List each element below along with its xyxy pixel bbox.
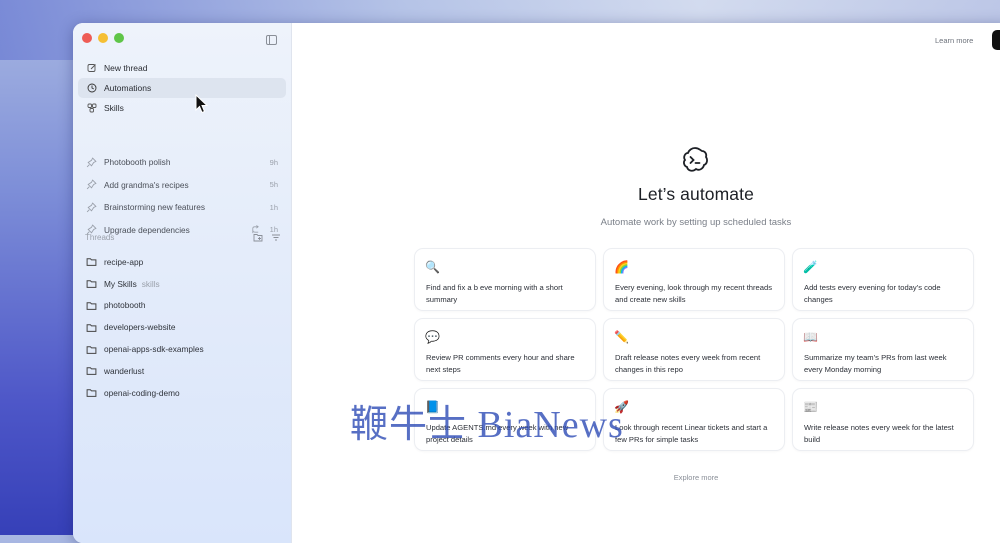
- automation-card-text: Every evening, look through my recent th…: [615, 283, 773, 304]
- thread-folder[interactable]: openai-coding-demo: [78, 382, 286, 404]
- clock-icon: [86, 83, 97, 94]
- open-book-icon: 📖: [803, 330, 818, 344]
- zoom-window-button[interactable]: [114, 33, 124, 43]
- pinned-thread[interactable]: Photobooth polish 9h: [78, 151, 286, 174]
- mouse-pointer-icon: [195, 93, 209, 119]
- automation-card-text: Write release notes every week for the l…: [804, 423, 954, 444]
- folder-icon: [86, 300, 97, 311]
- nav-label: Skills: [104, 103, 124, 113]
- threads-list: recipe-app My Skills skills photobooth d…: [78, 251, 286, 404]
- thread-folder-label: openai-coding-demo: [104, 387, 180, 398]
- pinned-thread-label: Brainstorming new features: [104, 202, 205, 213]
- magnifier-icon: 🔍: [425, 260, 440, 274]
- thread-folder[interactable]: My Skills skills: [78, 273, 286, 295]
- primary-nav: New thread Automations Skills: [78, 58, 286, 118]
- thread-folder-label: My Skills: [104, 278, 137, 289]
- explore-more-link[interactable]: Explore more: [292, 473, 1000, 482]
- rainbow-icon: 🌈: [614, 260, 629, 274]
- page-title: Let’s automate: [638, 184, 754, 204]
- folder-icon: [86, 322, 97, 333]
- learn-more-link[interactable]: Learn more: [935, 36, 973, 45]
- pin-icon: [86, 179, 97, 190]
- automation-card[interactable]: 🔍 Find and fix a b eve morning with a sh…: [414, 248, 596, 311]
- thread-folder-label: photobooth: [104, 300, 146, 311]
- page-subtitle: Automate work by setting up scheduled ta…: [600, 217, 792, 228]
- app-window: New thread Automations Skills Photobooth…: [73, 23, 1000, 543]
- pencil-icon: ✏️: [614, 330, 629, 344]
- test-tube-icon: 🧪: [803, 260, 818, 274]
- nav-label: New thread: [104, 63, 148, 73]
- folder-icon: [86, 344, 97, 355]
- thread-folder-label: developers-website: [104, 322, 176, 333]
- window-controls: [82, 33, 124, 43]
- rocket-icon: 🚀: [614, 400, 629, 414]
- main-panel: Learn more Let’s automate Automate work …: [292, 23, 1000, 543]
- skills-icon: [86, 103, 97, 114]
- close-window-button[interactable]: [82, 33, 92, 43]
- edit-icon: [86, 63, 97, 74]
- automation-card-text: Summarize my team’s PRs from last week e…: [804, 353, 947, 374]
- thread-folder-label: openai-apps-sdk-examples: [104, 344, 204, 355]
- nav-label: Automations: [104, 83, 152, 93]
- thread-folder[interactable]: wanderlust: [78, 360, 286, 382]
- speech-bubble-icon: 💬: [425, 330, 440, 344]
- thread-folder[interactable]: developers-website: [78, 316, 286, 338]
- thread-folder[interactable]: recipe-app: [78, 251, 286, 273]
- pinned-thread[interactable]: Add grandma's recipes 5h: [78, 174, 286, 197]
- nav-new-thread[interactable]: New thread: [78, 58, 286, 78]
- automation-card[interactable]: 🚀 Look through recent Linear tickets and…: [603, 388, 785, 451]
- nav-skills[interactable]: Skills: [78, 98, 286, 118]
- terminal-bubble-icon: [680, 145, 710, 175]
- automation-card[interactable]: 📘 Update AGENTS.md every week with new p…: [414, 388, 596, 451]
- automation-card-text: Find and fix a b eve morning with a shor…: [426, 283, 563, 304]
- sidebar-toggle-icon[interactable]: [266, 35, 277, 45]
- threads-header: Threads: [85, 233, 281, 242]
- automation-card-text: Review PR comments every hour and share …: [426, 353, 575, 374]
- automation-card-text: Draft release notes every week from rece…: [615, 353, 761, 374]
- automation-card-text: Update AGENTS.md every week with new pro…: [426, 423, 569, 444]
- folder-icon: [86, 256, 97, 267]
- blue-book-icon: 📘: [425, 400, 440, 414]
- header-action-button[interactable]: [992, 30, 1000, 50]
- nav-automations[interactable]: Automations: [78, 78, 286, 98]
- pinned-thread-label: Add grandma's recipes: [104, 179, 189, 190]
- pinned-thread[interactable]: Brainstorming new features 1h: [78, 196, 286, 219]
- automation-card[interactable]: ✏️ Draft release notes every week from r…: [603, 318, 785, 381]
- thread-folder[interactable]: photobooth: [78, 295, 286, 317]
- thread-folder-sublabel: skills: [141, 278, 160, 289]
- pin-icon: [86, 202, 97, 213]
- folder-icon: [86, 387, 97, 398]
- pinned-threads: Photobooth polish 9h Add grandma's recip…: [78, 151, 286, 241]
- pinned-thread-time: 9h: [269, 157, 278, 167]
- new-folder-icon[interactable]: [253, 233, 263, 242]
- folder-icon: [86, 278, 97, 289]
- thread-folder-label: wanderlust: [104, 365, 145, 376]
- automation-card[interactable]: 💬 Review PR comments every hour and shar…: [414, 318, 596, 381]
- thread-folder-label: recipe-app: [104, 256, 144, 267]
- pinned-thread-time: 1h: [269, 202, 278, 212]
- automation-card[interactable]: 📖 Summarize my team’s PRs from last week…: [792, 318, 974, 381]
- folder-icon: [86, 365, 97, 376]
- minimize-window-button[interactable]: [98, 33, 108, 43]
- threads-label: Threads: [85, 233, 115, 242]
- automation-card[interactable]: 🌈 Every evening, look through my recent …: [603, 248, 785, 311]
- sidebar: New thread Automations Skills Photobooth…: [73, 23, 292, 543]
- pin-icon: [86, 157, 97, 168]
- automation-suggestions: 🔍 Find and fix a b eve morning with a sh…: [414, 248, 976, 451]
- automation-card[interactable]: 🧪 Add tests every evening for today’s co…: [792, 248, 974, 311]
- pinned-thread-label: Photobooth polish: [104, 157, 171, 168]
- filter-icon[interactable]: [271, 233, 281, 242]
- thread-folder[interactable]: openai-apps-sdk-examples: [78, 338, 286, 360]
- newspaper-icon: 📰: [803, 400, 818, 414]
- automation-card[interactable]: 📰 Write release notes every week for the…: [792, 388, 974, 451]
- pinned-thread-time: 5h: [269, 180, 278, 190]
- automation-card-text: Add tests every evening for today’s code…: [804, 283, 941, 304]
- automation-card-text: Look through recent Linear tickets and s…: [615, 423, 768, 444]
